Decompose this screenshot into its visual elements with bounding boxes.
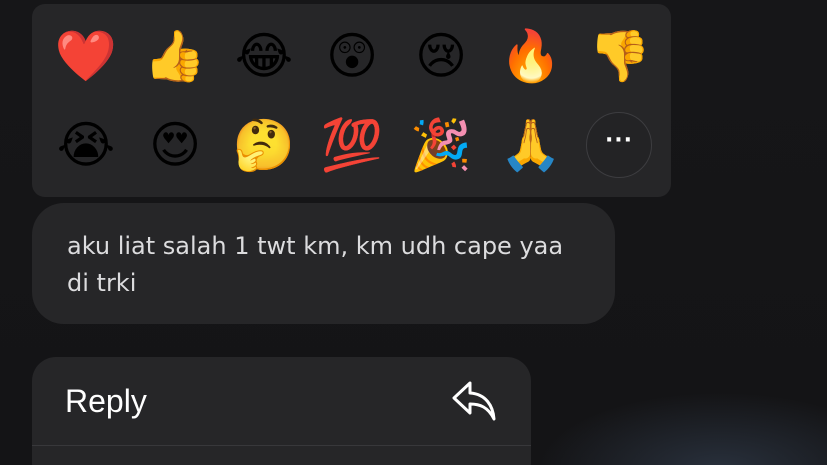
thumbs-down-icon[interactable]: 👎	[585, 21, 655, 91]
screen: ❤️ 👍 😂 😲 😢 🔥 👎 😭 😍 🤔 💯 🎉 🙏 ··· aku liat …	[0, 0, 827, 465]
reaction-picker: ❤️ 👍 😂 😲 😢 🔥 👎 😭 😍 🤔 💯 🎉 🙏 ···	[32, 4, 671, 197]
tears-of-joy-icon[interactable]: 😂	[229, 21, 299, 91]
party-popper-icon[interactable]: 🎉	[406, 110, 476, 180]
thinking-face-icon[interactable]: 🤔	[229, 110, 299, 180]
reply-icon	[452, 381, 496, 421]
hundred-points-icon[interactable]: 💯	[317, 110, 387, 180]
crying-face-icon[interactable]: 😢	[406, 21, 476, 91]
message-text: aku liat salah 1 twt km, km udh cape yaa…	[67, 232, 564, 297]
loudly-crying-face-icon[interactable]: 😭	[51, 110, 121, 180]
heart-eyes-icon[interactable]: 😍	[140, 110, 210, 180]
menu-divider	[32, 445, 531, 446]
reply-label: Reply	[65, 383, 147, 419]
fire-icon[interactable]: 🔥	[496, 21, 566, 91]
more-icon: ···	[604, 128, 634, 153]
thumbs-up-icon[interactable]: 👍	[140, 21, 210, 91]
astonished-face-icon[interactable]: 😲	[317, 21, 387, 91]
folded-hands-icon[interactable]: 🙏	[496, 110, 566, 180]
message-bubble[interactable]: aku liat salah 1 twt km, km udh cape yaa…	[32, 203, 615, 324]
red-heart-icon[interactable]: ❤️	[51, 21, 121, 91]
message-context-menu: Reply	[32, 357, 531, 465]
reply-menu-item[interactable]: Reply	[32, 357, 531, 445]
more-reactions-button[interactable]: ···	[586, 112, 652, 178]
